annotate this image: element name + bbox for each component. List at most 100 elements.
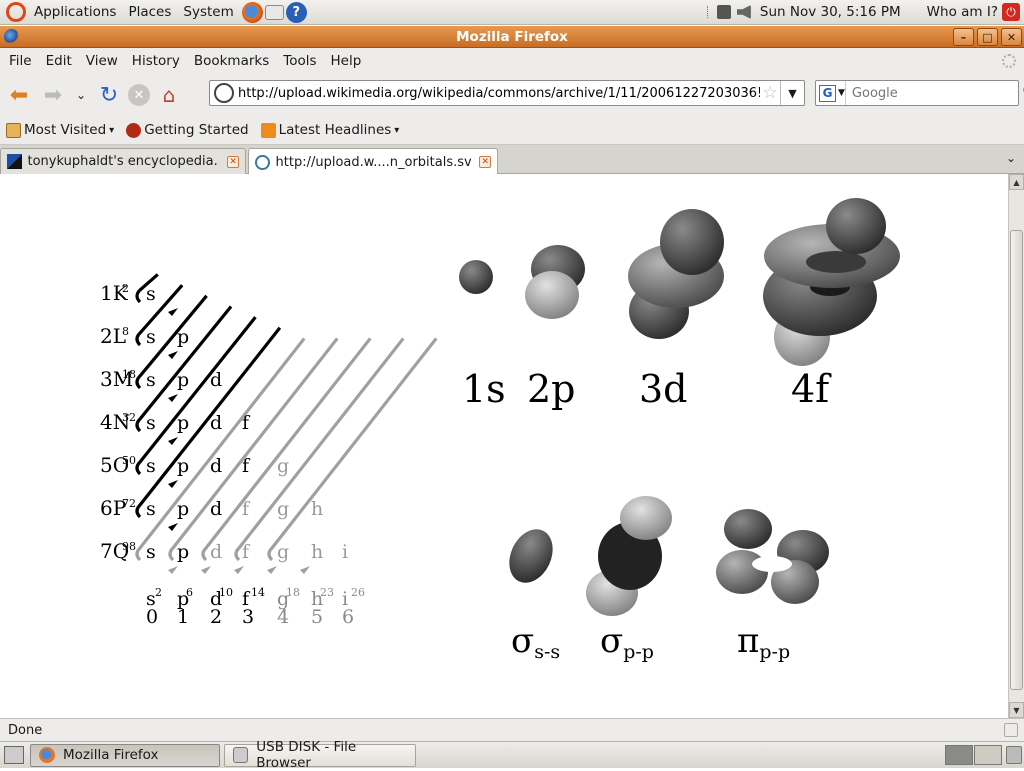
subshell-letter: f — [242, 541, 251, 563]
subshell-letter: h — [311, 498, 323, 520]
forward-button[interactable]: ➡ — [38, 80, 68, 110]
diagonal-arrow — [234, 337, 405, 562]
bond-sigma-pp-shape — [586, 496, 672, 616]
url-bar[interactable]: http://upload.wikimedia.org/wikipedia/co… — [209, 80, 805, 106]
chevron-down-icon: ▾ — [394, 124, 400, 136]
clock[interactable]: Sun Nov 30, 5:16 PM — [754, 4, 913, 20]
tab-encyclopedia[interactable]: tonykuphaldt's encyclopedia... ✕ — [0, 148, 246, 174]
arrow-head — [168, 351, 178, 359]
subshell-letter: p — [177, 412, 189, 434]
subshell-capacity: 23 — [320, 586, 334, 599]
firefox-icon — [39, 747, 55, 763]
subshell-letter: g — [277, 541, 289, 563]
list-all-tabs-icon[interactable]: ⌄ — [1006, 151, 1016, 165]
subshell-letter: p — [177, 455, 189, 477]
bookmark-latest-headlines[interactable]: Latest Headlines ▾ — [255, 122, 406, 138]
menu-bookmarks[interactable]: Bookmarks — [187, 53, 276, 69]
firefox-window-icon[interactable] — [4, 29, 19, 44]
arrow-head — [201, 566, 211, 574]
close-button[interactable]: ✕ — [1001, 28, 1022, 46]
menu-view[interactable]: View — [79, 53, 125, 69]
scroll-thumb[interactable] — [1010, 230, 1023, 690]
ubuntu-logo-icon — [6, 2, 26, 22]
menu-file[interactable]: File — [2, 53, 39, 69]
show-desktop-icon[interactable] — [4, 746, 24, 764]
maximize-button[interactable]: □ — [977, 28, 998, 46]
tab-close-icon[interactable]: ✕ — [479, 156, 491, 168]
orbital-4f-shape — [763, 198, 900, 366]
azimuthal-number: 0 — [146, 606, 158, 628]
bookmarks-toolbar: Most Visited ▾ Getting Started Latest He… — [0, 116, 1024, 145]
site-identity-icon[interactable] — [214, 83, 234, 103]
url-text[interactable]: http://upload.wikimedia.org/wikipedia/co… — [238, 86, 760, 101]
workspace-2[interactable] — [974, 745, 1002, 765]
volume-icon[interactable] — [736, 5, 751, 19]
search-input[interactable] — [845, 85, 1022, 101]
tab-orbitals-svg[interactable]: http://upload.w....n_orbitals.svg ✕ — [248, 148, 498, 175]
home-button[interactable]: ⌂ — [154, 80, 184, 110]
stop-button[interactable]: ✕ — [128, 84, 150, 106]
search-engine-selector[interactable]: G ▼ — [816, 81, 846, 105]
system-menu[interactable]: System — [177, 0, 239, 25]
subshell-letter: g — [277, 498, 289, 520]
taskbar-firefox[interactable]: Mozilla Firefox — [30, 743, 220, 767]
menu-edit[interactable]: Edit — [39, 53, 79, 69]
tab-close-icon[interactable]: ✕ — [227, 155, 239, 168]
user-switcher[interactable]: Who am I? — [913, 4, 1002, 20]
history-dropdown-icon[interactable]: ⌄ — [72, 80, 90, 110]
subshell-letter: d — [210, 541, 222, 563]
menu-help[interactable]: Help — [324, 53, 369, 69]
subshell-capacity: 14 — [251, 586, 265, 599]
window-title: Mozilla Firefox — [456, 28, 568, 45]
network-icon[interactable] — [716, 5, 731, 19]
orbital-label-1s: 1s — [462, 367, 506, 411]
task-label: USB DISK - File Browser — [256, 739, 357, 771]
taskbar-file-browser[interactable]: USB DISK - File Browser — [224, 739, 416, 771]
status-bar: Done — [0, 718, 1024, 741]
electron-orbitals-image: 1K22L83M184N325O506P727Q98 ss ps p ds p d fs p d… — [100, 198, 900, 663]
scroll-down-icon[interactable]: ▼ — [1009, 702, 1024, 718]
url-dropdown-icon[interactable]: ▼ — [780, 81, 804, 105]
subshell-letter: f — [242, 412, 251, 434]
mail-launcher-icon[interactable] — [264, 4, 284, 20]
tab-label: http://upload.w....n_orbitals.svg — [275, 154, 472, 170]
subshell-letter: d — [210, 369, 222, 391]
subshell-letter: i — [342, 541, 348, 563]
minimize-button[interactable]: – — [953, 28, 974, 46]
places-menu[interactable]: Places — [122, 0, 177, 25]
shell-capacity: 98 — [122, 540, 136, 553]
help-launcher-icon[interactable]: ? — [285, 1, 307, 23]
subshell-letter: f — [242, 498, 251, 520]
menu-history[interactable]: History — [125, 53, 187, 69]
bookmark-star-icon[interactable]: ☆ — [760, 83, 780, 103]
menu-tools[interactable]: Tools — [276, 53, 323, 69]
page-favicon-icon — [7, 154, 22, 169]
back-button[interactable]: ⬅ — [4, 80, 34, 110]
bookmark-most-visited[interactable]: Most Visited ▾ — [0, 122, 120, 138]
reload-button[interactable]: ↻ — [94, 80, 124, 110]
trash-icon[interactable] — [1006, 746, 1022, 764]
search-bar[interactable]: G ▼ 🔍︎ — [815, 80, 1024, 106]
azimuthal-number: 1 — [177, 606, 189, 628]
workspace-switcher[interactable] — [945, 745, 1002, 765]
firefox-launcher-icon[interactable] — [241, 1, 263, 23]
workspace-1[interactable] — [945, 745, 973, 765]
subshell-letter: g — [277, 455, 289, 477]
shell-capacity: 72 — [122, 497, 136, 510]
orbital-2p-shape — [525, 245, 585, 319]
subshell-letter: s — [146, 498, 156, 520]
subshell-capacity: 10 — [219, 586, 233, 599]
azimuthal-number: 5 — [311, 606, 323, 628]
power-icon[interactable]: ⏻ — [1002, 3, 1020, 21]
wikimedia-favicon-icon — [255, 154, 270, 170]
scroll-up-icon[interactable]: ▲ — [1009, 174, 1024, 190]
bookmark-getting-started[interactable]: Getting Started — [120, 122, 254, 138]
status-text: Done — [8, 722, 43, 738]
resize-grip-icon[interactable] — [1004, 723, 1018, 737]
arrow-head — [234, 566, 244, 574]
applications-menu[interactable]: Applications — [0, 0, 122, 25]
vertical-scrollbar[interactable]: ▲ ▼ — [1008, 174, 1024, 718]
engine-dropdown-icon: ▼ — [838, 88, 845, 98]
menubar: File Edit View History Bookmarks Tools H… — [0, 48, 1024, 74]
window-titlebar[interactable]: Mozilla Firefox – □ ✕ — [0, 26, 1024, 48]
